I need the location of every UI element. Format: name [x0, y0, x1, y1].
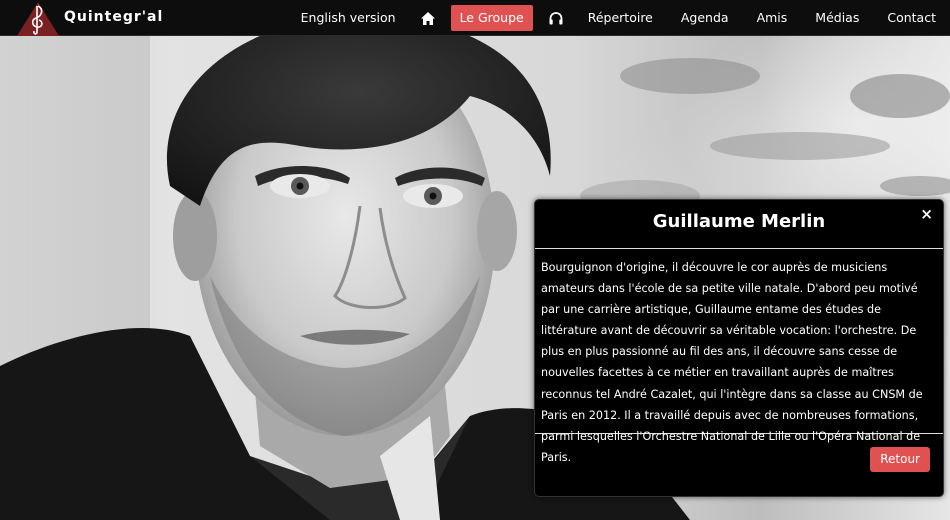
modal-footer: Retour: [535, 434, 943, 496]
headphones-icon: [549, 11, 563, 24]
nav-repertoire[interactable]: Répertoire: [579, 5, 662, 31]
treble-clef-logo-icon[interactable]: [14, 0, 62, 36]
modal-bio-text: Bourguignon d'origine, il découvre le co…: [535, 249, 943, 464]
top-navbar: Quintegr'al English version Le Groupe Ré…: [0, 0, 950, 36]
brand-name[interactable]: Quintegr'al: [64, 9, 163, 25]
nav-home[interactable]: [415, 5, 441, 31]
nav-audio[interactable]: [543, 5, 569, 31]
close-icon[interactable]: ×: [920, 204, 933, 224]
home-icon: [420, 11, 435, 25]
nav-amis[interactable]: Amis: [748, 5, 797, 31]
nav-english-version[interactable]: English version: [292, 5, 405, 31]
back-button[interactable]: Retour: [870, 447, 930, 472]
nav-contact[interactable]: Contact: [878, 5, 945, 31]
nav-agenda[interactable]: Agenda: [672, 5, 738, 31]
nav-le-groupe[interactable]: Le Groupe: [450, 5, 533, 31]
modal-title: Guillaume Merlin: [652, 211, 826, 232]
member-bio-modal: Guillaume Merlin × Bourguignon d'origine…: [534, 199, 944, 497]
modal-header: Guillaume Merlin ×: [535, 200, 943, 249]
main-navigation: English version Le Groupe Répertoire Age…: [287, 0, 950, 36]
nav-medias[interactable]: Médias: [806, 5, 868, 31]
